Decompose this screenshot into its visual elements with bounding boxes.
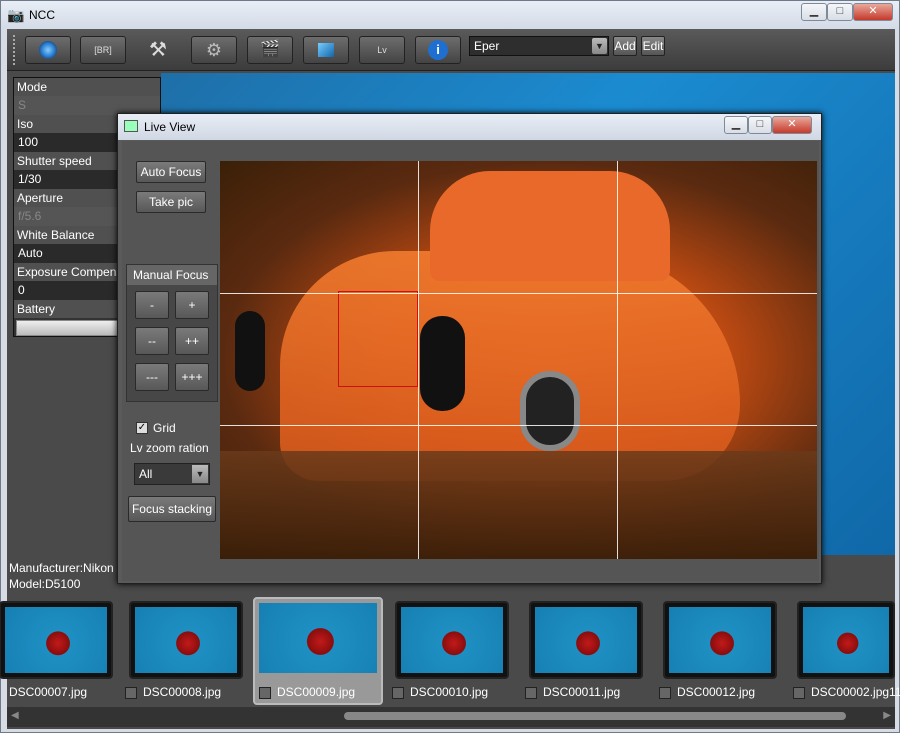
take-pic-button[interactable]: Take pic [136, 191, 206, 213]
live-view-title-bar[interactable]: Live View ▁ □ ✕ [118, 114, 821, 140]
mode-label: Mode [14, 78, 160, 96]
thumbnail-strip: DSC00007.jpg DSC00008.jpg DSC00009.jpg D… [0, 595, 900, 729]
thumbnail-caption: DSC00010.jpg [410, 685, 489, 699]
info-button[interactable]: i [415, 36, 461, 64]
focus-rectangle[interactable] [338, 291, 418, 387]
toolbar: [BR] ⚒ ⚙ 🎬 Lv i Eper ▼ Add Edit [7, 29, 895, 71]
horizontal-scrollbar[interactable]: ◀ ▶ [7, 707, 895, 727]
grid-label: Grid [153, 421, 176, 435]
thumbnail-checkbox[interactable] [259, 687, 271, 699]
fullscreen-button[interactable] [303, 36, 349, 64]
info-icon: i [428, 40, 448, 60]
grid-line [220, 293, 817, 294]
chevron-down-icon[interactable]: ▼ [592, 38, 607, 54]
lv-minimize-button[interactable]: ▁ [724, 116, 748, 134]
thumbnail[interactable] [797, 601, 895, 679]
toolbar-grip[interactable] [13, 35, 16, 65]
thumbnail-checkbox[interactable] [793, 687, 805, 699]
liveview-button[interactable]: Lv [359, 36, 405, 64]
manual-focus-panel: Manual Focus - + -- ++ --- +++ [126, 264, 218, 402]
scroll-left-icon[interactable]: ◀ [11, 710, 19, 721]
car-cabin [430, 171, 670, 281]
preset-value: Eper [474, 39, 500, 53]
maximize-button[interactable]: □ [827, 3, 853, 21]
camera-icon: 📷 [7, 7, 25, 23]
thumbnail-image [259, 603, 377, 673]
thumbnail-caption: DSC00002.jpg11 [811, 685, 900, 699]
focus-minus-1-button[interactable]: - [135, 291, 169, 319]
edit-button[interactable]: Edit [641, 36, 665, 56]
window-icon [124, 120, 138, 132]
thumbnail[interactable] [529, 601, 643, 679]
movie-button[interactable]: 🎬 [247, 36, 293, 64]
main-window: 📷 NCC ▁ □ ✕ [BR] ⚒ ⚙ 🎬 Lv i Eper ▼ Add Ed… [0, 0, 900, 733]
zoom-label: Lv zoom ration [130, 441, 209, 455]
grid-line [418, 161, 419, 559]
lens-icon [39, 41, 57, 59]
focus-plus-3-button[interactable]: +++ [175, 363, 209, 391]
thumbnail-caption: DSC00007.jpg [9, 685, 88, 699]
focus-stacking-button[interactable]: Focus stacking [128, 496, 216, 522]
thumbnail-image [135, 607, 237, 673]
focus-plus-1-button[interactable]: + [175, 291, 209, 319]
minimize-button[interactable]: ▁ [801, 3, 827, 21]
thumbnail-image [401, 607, 503, 673]
thumbnail-caption: DSC00008.jpg [143, 685, 222, 699]
zoom-select[interactable]: All ▼ [134, 463, 210, 485]
chevron-down-icon[interactable]: ▼ [192, 465, 208, 483]
table-surface [220, 451, 817, 559]
thumbnail-caption: DSC00009.jpg [277, 685, 356, 699]
grid-line [220, 425, 817, 426]
thumbnail-caption: DSC00011.jpg [543, 685, 621, 699]
thumbnail[interactable] [395, 601, 509, 679]
scroll-right-icon[interactable]: ▶ [883, 710, 891, 721]
thumbnail[interactable] [0, 601, 113, 679]
wheel [520, 371, 580, 451]
title-bar[interactable]: 📷 NCC ▁ □ ✕ [1, 1, 899, 29]
focus-minus-3-button[interactable]: --- [135, 363, 169, 391]
thumbnail-caption: DSC00012.jpg [677, 685, 756, 699]
thumbnail-image [669, 607, 771, 673]
close-button[interactable]: ✕ [853, 3, 893, 21]
thumbnail-checkbox[interactable] [125, 687, 137, 699]
auto-focus-button[interactable]: Auto Focus [136, 161, 206, 183]
model-text: Model:D5100 [9, 577, 81, 591]
window-title: NCC [29, 8, 55, 22]
right-headlight [420, 316, 465, 411]
live-view-body: Auto Focus Take pic Manual Focus - + -- … [122, 141, 819, 581]
lv-maximize-button[interactable]: □ [748, 116, 772, 134]
bracketing-button[interactable]: [BR] [80, 36, 126, 64]
capture-button[interactable] [25, 36, 71, 64]
thumbnail-image [5, 607, 107, 673]
left-headlight [235, 311, 265, 391]
lv-close-button[interactable]: ✕ [772, 116, 812, 134]
gear-icon: ⚙ [205, 40, 223, 60]
thumbnail-image [535, 607, 637, 673]
zoom-value: All [139, 467, 153, 481]
live-view-image[interactable] [220, 161, 817, 559]
focus-minus-2-button[interactable]: -- [135, 327, 169, 355]
live-view-title: Live View [144, 120, 196, 134]
add-button[interactable]: Add [613, 36, 637, 56]
focus-plus-2-button[interactable]: ++ [175, 327, 209, 355]
settings-button[interactable]: ⚙ [191, 36, 237, 64]
preset-select[interactable]: Eper ▼ [469, 36, 609, 56]
thumbnail-checkbox[interactable] [659, 687, 671, 699]
thumbnail-checkbox[interactable] [392, 687, 404, 699]
expand-icon [318, 43, 334, 57]
thumbnail-checkbox[interactable] [525, 687, 537, 699]
manual-focus-header: Manual Focus [127, 265, 217, 285]
grid-checkbox[interactable]: ✓ [136, 422, 148, 434]
manufacturer-text: Manufacturer:Nikon C [9, 561, 126, 575]
thumbnail[interactable] [663, 601, 777, 679]
thumbnail[interactable] [129, 601, 243, 679]
clapper-icon: 🎬 [260, 41, 280, 58]
tools-icon: ⚒ [149, 39, 167, 61]
tools-button[interactable]: ⚒ [135, 36, 181, 64]
live-view-window: Live View ▁ □ ✕ Auto Focus Take pic Manu… [117, 113, 822, 584]
scrollbar-thumb[interactable] [344, 712, 846, 720]
thumbnail-image [803, 607, 889, 673]
grid-line [617, 161, 618, 559]
